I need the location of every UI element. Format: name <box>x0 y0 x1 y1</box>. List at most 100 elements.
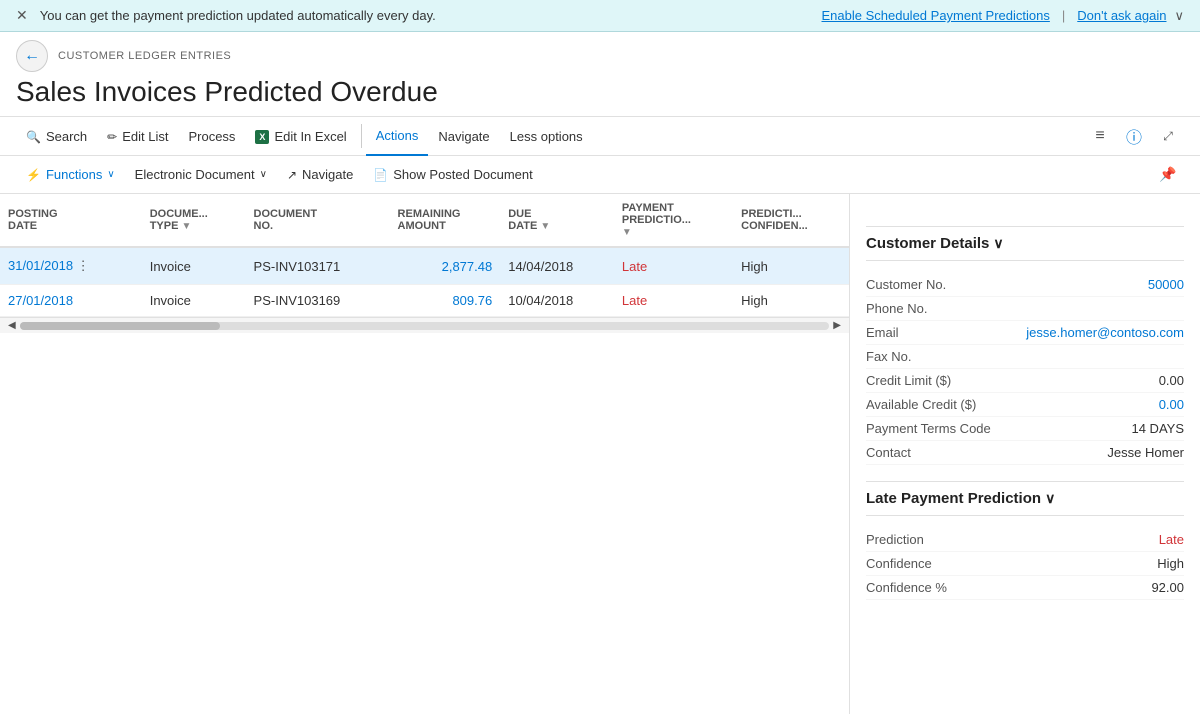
electronic-document-button[interactable]: Electronic Document ∨ <box>125 156 277 194</box>
process-label: Process <box>188 129 235 144</box>
expand-icon: ⤢ <box>1163 129 1173 144</box>
customer-detail-row: Email jesse.homer@contoso.com <box>866 321 1184 345</box>
cell-payment-prediction: Late <box>614 247 733 285</box>
late-payment-prediction-chevron-icon: ∨ <box>1045 490 1055 507</box>
notification-chevron-icon[interactable]: ∨ <box>1174 8 1184 24</box>
col-header-document-type[interactable]: DOCUME...TYPE ▼ <box>142 194 246 247</box>
actions-button[interactable]: Actions <box>366 116 429 156</box>
customer-details-section: Customer Details ∨ Customer No.50000 Phon… <box>866 235 1184 465</box>
customer-details-header[interactable]: Customer Details ∨ <box>866 235 1184 261</box>
sort-icon-type: ▼ <box>182 221 192 232</box>
notification-pipe: | <box>1062 8 1065 23</box>
cell-document-no: PS-INV103169 <box>246 285 390 317</box>
scroll-right-icon[interactable]: ▶ <box>829 320 845 331</box>
less-options-button[interactable]: Less options <box>500 116 593 156</box>
functions-chevron-icon: ∨ <box>107 169 114 180</box>
row-menu-icon[interactable]: ⋮ <box>73 256 93 276</box>
notification-bar: ✕ You can get the payment prediction upd… <box>0 0 1200 32</box>
show-posted-document-button[interactable]: Show Posted Document <box>363 156 542 194</box>
col-header-prediction-confidence[interactable]: PREDICTI...CONFIDEN... <box>733 194 849 247</box>
customer-detail-label: Available Credit ($) <box>866 397 976 412</box>
customer-detail-row: Fax No. <box>866 345 1184 369</box>
enable-scheduled-link[interactable]: Enable Scheduled Payment Predictions <box>822 8 1050 23</box>
customer-detail-value: Jesse Homer <box>1107 445 1184 460</box>
info-button[interactable]: ⓘ <box>1118 120 1150 152</box>
edit-list-button[interactable]: Edit List <box>97 116 178 156</box>
page-title: Sales Invoices Predicted Overdue <box>0 72 1200 116</box>
late-payment-label: Prediction <box>866 532 924 547</box>
customer-detail-value[interactable]: 0.00 <box>1159 397 1184 412</box>
back-button[interactable]: ← <box>16 40 48 72</box>
customer-detail-row: Customer No.50000 <box>866 273 1184 297</box>
notification-message: You can get the payment prediction updat… <box>40 8 814 23</box>
table-row[interactable]: 31/01/2018⋮InvoicePS-INV1031712,877.4814… <box>0 247 849 285</box>
functions-button[interactable]: Functions ∨ <box>16 156 125 194</box>
cell-due-date: 10/04/2018 <box>500 285 614 317</box>
cell-prediction-confidence: High <box>733 285 849 317</box>
notification-close-icon[interactable]: ✕ <box>16 7 28 24</box>
customer-details-fields: Customer No.50000 Phone No. Email jesse.hom… <box>866 273 1184 465</box>
cell-posting-date: 27/01/2018 <box>0 285 142 317</box>
customer-detail-label: Credit Limit ($) <box>866 373 951 388</box>
col-header-document-no[interactable]: DOCUMENTNO. <box>246 194 390 247</box>
customer-detail-label: Phone No. <box>866 301 927 316</box>
scrollbar-thumb[interactable] <box>20 322 220 330</box>
secondary-toolbar: Functions ∨ Electronic Document ∨ Naviga… <box>0 156 1200 194</box>
edit-in-excel-label: Edit In Excel <box>274 129 346 144</box>
panel-top-separator <box>866 226 1184 227</box>
cell-remaining-amount: 809.76 <box>390 285 501 317</box>
customer-detail-row: ContactJesse Homer <box>866 441 1184 465</box>
late-payment-value: High <box>1157 556 1184 571</box>
side-panel: Customer Details ∨ Customer No.50000 Phon… <box>850 194 1200 714</box>
excel-icon <box>255 128 269 144</box>
cell-prediction-confidence: High <box>733 247 849 285</box>
navigate-label: Navigate <box>438 129 489 144</box>
pin-button[interactable]: 📌 <box>1152 159 1184 191</box>
table-scrollbar[interactable]: ◀ ▶ <box>0 317 849 333</box>
electronic-document-chevron-icon: ∨ <box>260 169 267 180</box>
cell-document-type: Invoice <box>142 247 246 285</box>
search-button[interactable]: Search <box>16 116 97 156</box>
dont-ask-again-link[interactable]: Don't ask again <box>1077 8 1166 23</box>
cell-payment-prediction: Late <box>614 285 733 317</box>
main-content: POSTINGDATE DOCUME...TYPE ▼ DOCUMENTNO. … <box>0 194 1200 714</box>
navigate-button[interactable]: Navigate <box>428 116 499 156</box>
scrollbar-track[interactable] <box>20 322 830 330</box>
customer-detail-value[interactable]: 50000 <box>1148 277 1184 292</box>
col-header-due-date[interactable]: DUEDATE ▼ <box>500 194 614 247</box>
navigate-secondary-button[interactable]: Navigate <box>277 156 363 194</box>
edit-in-excel-button[interactable]: Edit In Excel <box>245 116 356 156</box>
scroll-left-icon[interactable]: ◀ <box>4 320 20 331</box>
table-area: POSTINGDATE DOCUME...TYPE ▼ DOCUMENTNO. … <box>0 194 850 714</box>
sort-icon-due-date: ▼ <box>540 221 550 232</box>
page-header: ← CUSTOMER LEDGER ENTRIES <box>0 32 1200 72</box>
col-header-payment-prediction[interactable]: PAYMENTPREDICTIO...▼ <box>614 194 733 247</box>
col-header-posting-date[interactable]: POSTINGDATE <box>0 194 142 247</box>
navigate-secondary-label: Navigate <box>302 167 353 182</box>
process-button[interactable]: Process <box>178 116 245 156</box>
data-table: POSTINGDATE DOCUME...TYPE ▼ DOCUMENTNO. … <box>0 194 849 317</box>
customer-detail-label: Email <box>866 325 899 340</box>
late-payment-prediction-header[interactable]: Late Payment Prediction ∨ <box>866 490 1184 516</box>
customer-detail-value: 14 DAYS <box>1131 421 1184 436</box>
customer-detail-row: Available Credit ($) 0.00 <box>866 393 1184 417</box>
customer-details-title: Customer Details <box>866 235 989 252</box>
cell-document-no: PS-INV103171 <box>246 247 390 285</box>
expand-button[interactable]: ⤢ <box>1152 120 1184 152</box>
panel-mid-separator <box>866 481 1184 482</box>
toolbar-right-icons: ≡ ⓘ ⤢ <box>1084 120 1184 152</box>
col-header-remaining-amount[interactable]: REMAININGAMOUNT <box>390 194 501 247</box>
table-row[interactable]: 27/01/2018InvoicePS-INV103169809.7610/04… <box>0 285 849 317</box>
sort-icon-prediction: ▼ <box>622 227 632 238</box>
customer-detail-value[interactable]: jesse.homer@contoso.com <box>1026 325 1184 340</box>
late-payment-value: 92.00 <box>1151 580 1184 595</box>
late-payment-row: PredictionLate <box>866 528 1184 552</box>
cell-posting-date: 31/01/2018⋮ <box>0 247 142 285</box>
search-label: Search <box>46 129 87 144</box>
cell-due-date: 14/04/2018 <box>500 247 614 285</box>
customer-detail-row: Phone No. <box>866 297 1184 321</box>
late-payment-row: Confidence %92.00 <box>866 576 1184 600</box>
list-view-button[interactable]: ≡ <box>1084 120 1116 152</box>
late-payment-label: Confidence <box>866 556 932 571</box>
customer-detail-row: Payment Terms Code14 DAYS <box>866 417 1184 441</box>
